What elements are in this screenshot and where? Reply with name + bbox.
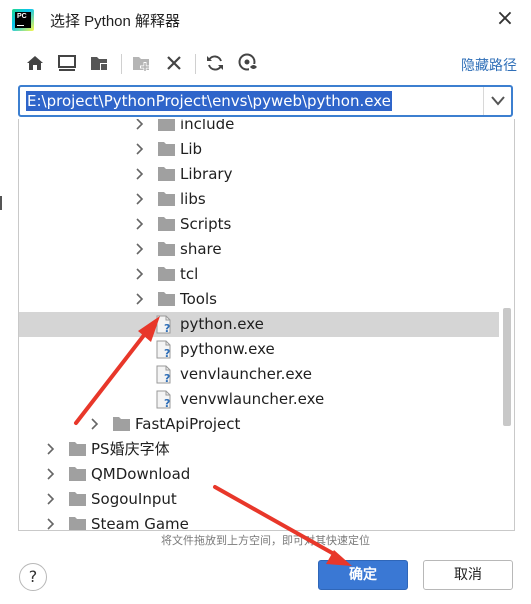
chevron-right-icon[interactable] bbox=[134, 268, 146, 280]
chevron-right-icon[interactable] bbox=[134, 143, 146, 155]
chevron-right-icon[interactable] bbox=[45, 468, 57, 480]
tree-item-label: Tools bbox=[180, 290, 217, 308]
tree-folder-row[interactable]: Steam Game bbox=[19, 512, 499, 531]
close-button[interactable]: × bbox=[493, 8, 517, 32]
tree-item-label: QMDownload bbox=[91, 465, 191, 483]
folder-icon bbox=[158, 292, 175, 306]
folder-icon bbox=[158, 142, 175, 156]
path-combobox[interactable]: E:\project\PythonProject\envs\pyweb\pyth… bbox=[18, 85, 513, 117]
unknown-file-icon: ? bbox=[156, 365, 171, 384]
chevron-right-icon[interactable] bbox=[134, 243, 146, 255]
logo-text: PC bbox=[17, 13, 27, 20]
folder-icon bbox=[158, 119, 175, 131]
tree-folder-row[interactable]: SogouInput bbox=[19, 487, 499, 512]
tree-folder-row[interactable]: libs bbox=[19, 187, 499, 212]
unknown-file-icon: ? bbox=[156, 315, 171, 334]
chevron-right-icon[interactable] bbox=[134, 168, 146, 180]
folder-icon bbox=[158, 167, 175, 181]
tree-folder-row[interactable]: Lib bbox=[19, 137, 499, 162]
project-folder-icon[interactable] bbox=[89, 52, 111, 74]
help-button[interactable]: ? bbox=[19, 563, 47, 591]
tree-scrollbar[interactable] bbox=[503, 308, 511, 426]
tree-folder-row[interactable]: include bbox=[19, 119, 499, 137]
folder-icon bbox=[69, 517, 86, 530]
pycharm-logo-icon: PC bbox=[12, 9, 34, 31]
chevron-down-icon bbox=[491, 96, 505, 106]
chevron-right-icon[interactable] bbox=[134, 218, 146, 230]
chevron-right-icon[interactable] bbox=[134, 193, 146, 205]
toolbar: 隐藏路径 bbox=[0, 48, 531, 80]
ok-button[interactable]: 确定 bbox=[318, 560, 408, 590]
window-title: 选择 Python 解释器 bbox=[50, 13, 181, 30]
tree-item-label: Steam Game bbox=[91, 515, 189, 531]
tree-item-label: PS婚庆字体 bbox=[91, 440, 170, 458]
tree-file-row[interactable]: ? python.exe bbox=[19, 312, 499, 337]
chevron-right-icon[interactable] bbox=[45, 518, 57, 530]
chevron-right-icon[interactable] bbox=[134, 293, 146, 305]
tree-item-label: python.exe bbox=[180, 315, 264, 333]
tree-folder-row[interactable]: Scripts bbox=[19, 212, 499, 237]
tree-item-label: venvlauncher.exe bbox=[180, 365, 313, 383]
tree-item-label: Scripts bbox=[180, 215, 232, 233]
tree-item-label: share bbox=[180, 240, 222, 258]
svg-text:?: ? bbox=[164, 322, 170, 334]
chevron-right-icon[interactable] bbox=[134, 119, 146, 130]
unknown-file-icon: ? bbox=[156, 390, 171, 409]
tree-item-label: pythonw.exe bbox=[180, 340, 275, 358]
tree-folder-row[interactable]: FastApiProject bbox=[19, 412, 499, 437]
svg-text:?: ? bbox=[164, 397, 170, 409]
chevron-right-icon[interactable] bbox=[45, 443, 57, 455]
path-selected-text: E:\project\PythonProject\envs\pyweb\pyth… bbox=[26, 91, 392, 111]
tree-folder-row[interactable]: QMDownload bbox=[19, 462, 499, 487]
folder-icon bbox=[158, 217, 175, 231]
show-hidden-icon[interactable] bbox=[237, 52, 259, 74]
unknown-file-icon: ? bbox=[156, 340, 171, 359]
tree-item-label: include bbox=[180, 119, 235, 133]
folder-icon bbox=[69, 492, 86, 506]
tree-file-row[interactable]: ? venvlauncher.exe bbox=[19, 362, 499, 387]
tree-item-label: SogouInput bbox=[91, 490, 177, 508]
tree-folder-row[interactable]: share bbox=[19, 237, 499, 262]
cancel-button[interactable]: 取消 bbox=[423, 560, 513, 590]
tree-folder-row[interactable]: Tools bbox=[19, 287, 499, 312]
tree-folder-row[interactable]: PS婚庆字体 bbox=[19, 437, 499, 462]
toolbar-divider bbox=[195, 54, 196, 74]
folder-icon bbox=[158, 192, 175, 206]
hide-path-link[interactable]: 隐藏路径 bbox=[461, 55, 517, 75]
chevron-right-icon[interactable] bbox=[89, 418, 101, 430]
tree-file-row[interactable]: ? venvwlauncher.exe bbox=[19, 387, 499, 412]
home-icon[interactable] bbox=[24, 52, 46, 74]
tree-item-label: tcl bbox=[180, 265, 199, 283]
svg-text:?: ? bbox=[164, 347, 170, 359]
folder-icon bbox=[69, 442, 86, 456]
title-bar: PC 选择 Python 解释器 × bbox=[0, 0, 531, 40]
folder-icon bbox=[113, 417, 130, 431]
folder-icon bbox=[69, 467, 86, 481]
drag-drop-hint: 将文件拖放到上方空间，即可对其快速定位 bbox=[161, 534, 370, 547]
tree-item-label: Library bbox=[180, 165, 233, 183]
refresh-icon[interactable] bbox=[204, 52, 226, 74]
tree-item-label: FastApiProject bbox=[135, 415, 241, 433]
folder-icon bbox=[158, 242, 175, 256]
tree-file-row[interactable]: ? pythonw.exe bbox=[19, 337, 499, 362]
chevron-right-icon[interactable] bbox=[45, 493, 57, 505]
new-folder-icon[interactable] bbox=[131, 52, 153, 74]
svg-text:?: ? bbox=[164, 372, 170, 384]
edge-marker bbox=[0, 196, 2, 210]
desktop-icon[interactable] bbox=[56, 52, 78, 74]
tree-item-label: Lib bbox=[180, 140, 203, 158]
delete-icon[interactable] bbox=[163, 52, 185, 74]
tree-folder-row[interactable]: Library bbox=[19, 162, 499, 187]
file-tree[interactable]: include Lib Library libs Scripts share tcl Tool… bbox=[18, 119, 515, 531]
path-dropdown-button[interactable] bbox=[483, 87, 511, 115]
tree-item-label: libs bbox=[180, 190, 206, 208]
tree-item-label: venvwlauncher.exe bbox=[180, 390, 325, 408]
folder-icon bbox=[158, 267, 175, 281]
tree-folder-row[interactable]: tcl bbox=[19, 262, 499, 287]
toolbar-divider bbox=[121, 54, 122, 74]
